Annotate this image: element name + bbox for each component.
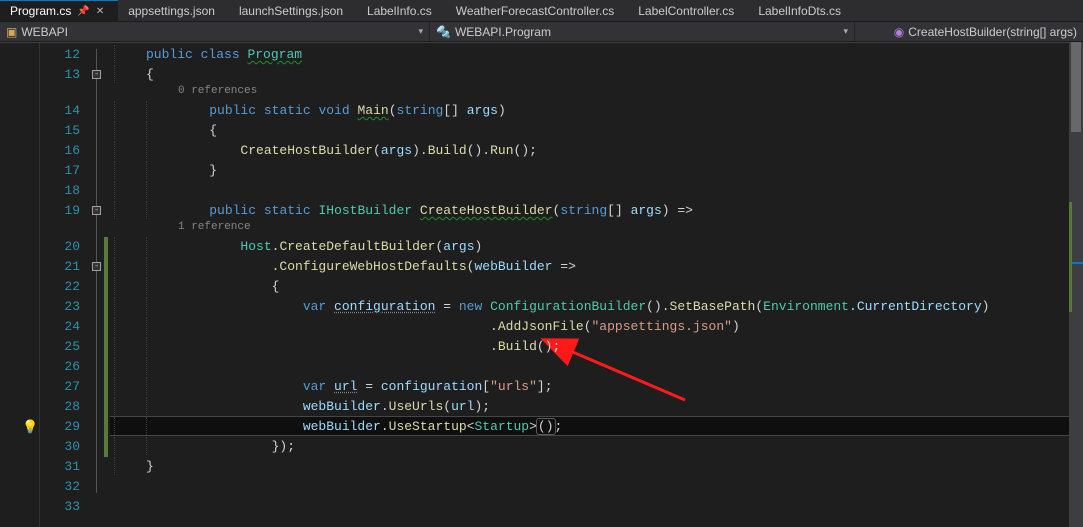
line-numbers: 1213 141516171819 202122232425262728293031…	[40, 43, 90, 527]
code-line[interactable]: public static IHostBuilder CreateHostBui…	[110, 201, 693, 221]
line-number: 18	[64, 181, 80, 201]
tab-label: appsettings.json	[128, 4, 215, 18]
member-name: CreateHostBuilder(string[] args)	[908, 25, 1077, 39]
code-line[interactable]: }	[110, 457, 154, 477]
line-number: 20	[64, 237, 80, 257]
chevron-down-icon: ▾	[418, 26, 423, 37]
glyph-margin: 💡	[0, 43, 40, 527]
line-number: 31	[64, 457, 80, 477]
tab-labelcontroller[interactable]: LabelController.cs	[628, 0, 748, 21]
method-icon: ◉	[894, 25, 904, 39]
code-surface[interactable]: public class Program{ public static void…	[110, 43, 1083, 527]
lightbulb-icon[interactable]: 💡	[22, 420, 38, 435]
tab-strip: Program.cs 📌 ✕ appsettings.json launchSe…	[0, 0, 1083, 22]
tab-label: launchSettings.json	[239, 4, 343, 18]
code-line[interactable]	[110, 357, 178, 377]
line-number: 30	[64, 437, 80, 457]
line-number: 19	[64, 201, 80, 221]
class-icon: 🔩	[436, 25, 451, 39]
code-editor[interactable]: 💡 1213 141516171819 2021222324252627282930…	[0, 42, 1083, 527]
chevron-down-icon: ▾	[843, 26, 848, 37]
tab-appsettings[interactable]: appsettings.json	[118, 0, 229, 21]
outlining-margin[interactable]: - - -	[90, 43, 104, 527]
code-line[interactable]	[110, 477, 114, 497]
member-dropdown[interactable]: ◉ CreateHostBuilder(string[] args)	[855, 22, 1083, 41]
line-number: 26	[64, 357, 80, 377]
line-number: 15	[64, 121, 80, 141]
code-line[interactable]: {	[110, 65, 154, 85]
line-number: 21	[64, 257, 80, 277]
close-icon[interactable]: ✕	[96, 6, 104, 17]
tab-label: WeatherForecastController.cs	[456, 4, 615, 18]
pin-icon[interactable]: 📌	[77, 6, 89, 17]
code-line[interactable]: {	[110, 121, 217, 141]
line-number: 32	[64, 477, 80, 497]
code-line[interactable]	[110, 497, 114, 517]
code-line[interactable]: });	[110, 437, 295, 457]
tab-label: LabelInfo.cs	[367, 4, 432, 18]
tab-weatherforecast[interactable]: WeatherForecastController.cs	[446, 0, 629, 21]
code-line[interactable]: .ConfigureWebHostDefaults(webBuilder =>	[110, 257, 576, 277]
line-number: 13	[64, 65, 80, 85]
line-number: 23	[64, 297, 80, 317]
project-dropdown[interactable]: ▣ WEBAPI ▾	[0, 22, 430, 41]
code-line[interactable]: Host.CreateDefaultBuilder(args)	[110, 237, 482, 257]
code-line[interactable]: .AddJsonFile("appsettings.json")	[110, 317, 740, 337]
line-number: 33	[64, 497, 80, 517]
line-number: 14	[64, 101, 80, 121]
code-line[interactable]: webBuilder.UseUrls(url);	[110, 397, 490, 417]
fold-toggle[interactable]: -	[92, 206, 101, 215]
line-number: 27	[64, 377, 80, 397]
code-line[interactable]: public class Program	[110, 45, 302, 65]
type-name: WEBAPI.Program	[455, 25, 551, 39]
line-number: 28	[64, 397, 80, 417]
code-line[interactable]: var configuration = new ConfigurationBui…	[110, 297, 989, 317]
navigation-bar: ▣ WEBAPI ▾ 🔩 WEBAPI.Program ▾ ◉ CreateHo…	[0, 22, 1083, 42]
vertical-scrollbar[interactable]	[1069, 42, 1083, 527]
code-line[interactable]	[110, 181, 178, 201]
code-line[interactable]: }	[110, 161, 217, 181]
code-line[interactable]: CreateHostBuilder(args).Build().Run();	[110, 141, 537, 161]
line-number: 17	[64, 161, 80, 181]
line-number: 22	[64, 277, 80, 297]
code-line[interactable]: .Build();	[110, 337, 560, 357]
tab-labelinfodts[interactable]: LabelInfoDts.cs	[748, 0, 855, 21]
line-number: 25	[64, 337, 80, 357]
tab-label: LabelController.cs	[638, 4, 734, 18]
type-dropdown[interactable]: 🔩 WEBAPI.Program ▾	[430, 22, 855, 41]
scroll-thumb[interactable]	[1071, 42, 1081, 132]
tab-program-cs[interactable]: Program.cs 📌 ✕	[0, 0, 118, 21]
fold-toggle[interactable]: -	[92, 70, 101, 79]
csproj-icon: ▣	[6, 25, 17, 39]
line-number: 24	[64, 317, 80, 337]
project-name: WEBAPI	[21, 25, 68, 39]
code-line[interactable]: var url = configuration["urls"];	[110, 377, 553, 397]
code-line[interactable]: {	[110, 277, 279, 297]
tab-launchsettings[interactable]: launchSettings.json	[229, 0, 357, 21]
line-number: 16	[64, 141, 80, 161]
codelens-references[interactable]: 0 references	[178, 85, 257, 97]
line-number: 12	[64, 45, 80, 65]
tab-label: LabelInfoDts.cs	[758, 4, 841, 18]
line-number: 29	[64, 417, 80, 437]
fold-toggle[interactable]: -	[92, 262, 101, 271]
tab-labelinfo[interactable]: LabelInfo.cs	[357, 0, 446, 21]
tab-label: Program.cs	[10, 4, 71, 18]
code-line[interactable]: public static void Main(string[] args)	[110, 101, 506, 121]
codelens-references[interactable]: 1 reference	[178, 221, 251, 233]
code-line[interactable]: webBuilder.UseStartup<Startup>();	[110, 417, 562, 437]
